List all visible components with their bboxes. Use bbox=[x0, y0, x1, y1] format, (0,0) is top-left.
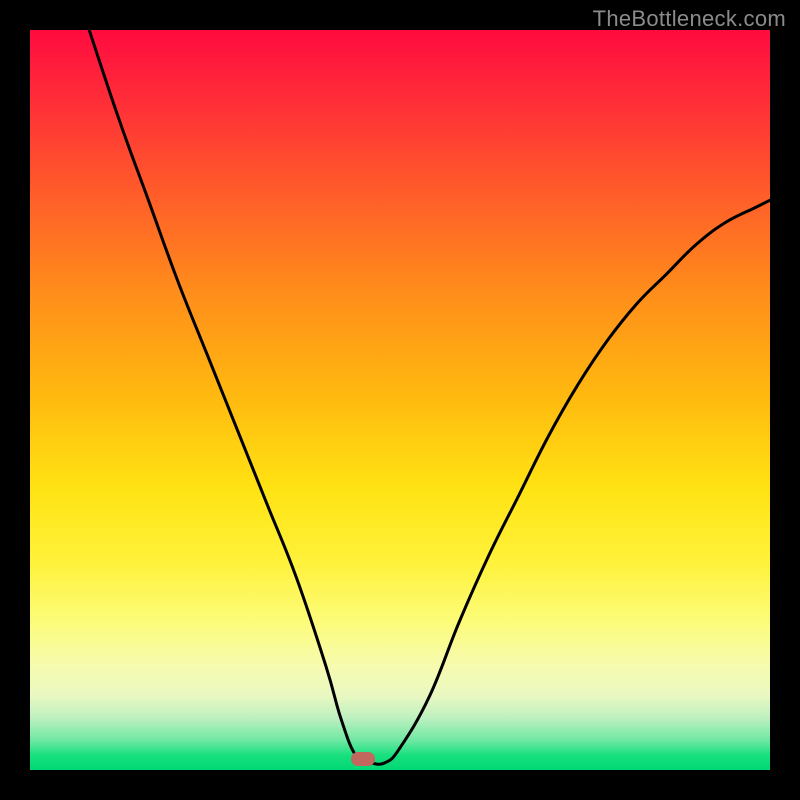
minimum-marker bbox=[351, 752, 375, 766]
watermark-text: TheBottleneck.com bbox=[593, 6, 786, 32]
chart-frame: TheBottleneck.com bbox=[0, 0, 800, 800]
plot-area bbox=[30, 30, 770, 770]
curve-path bbox=[89, 30, 770, 764]
bottleneck-curve bbox=[30, 30, 770, 770]
